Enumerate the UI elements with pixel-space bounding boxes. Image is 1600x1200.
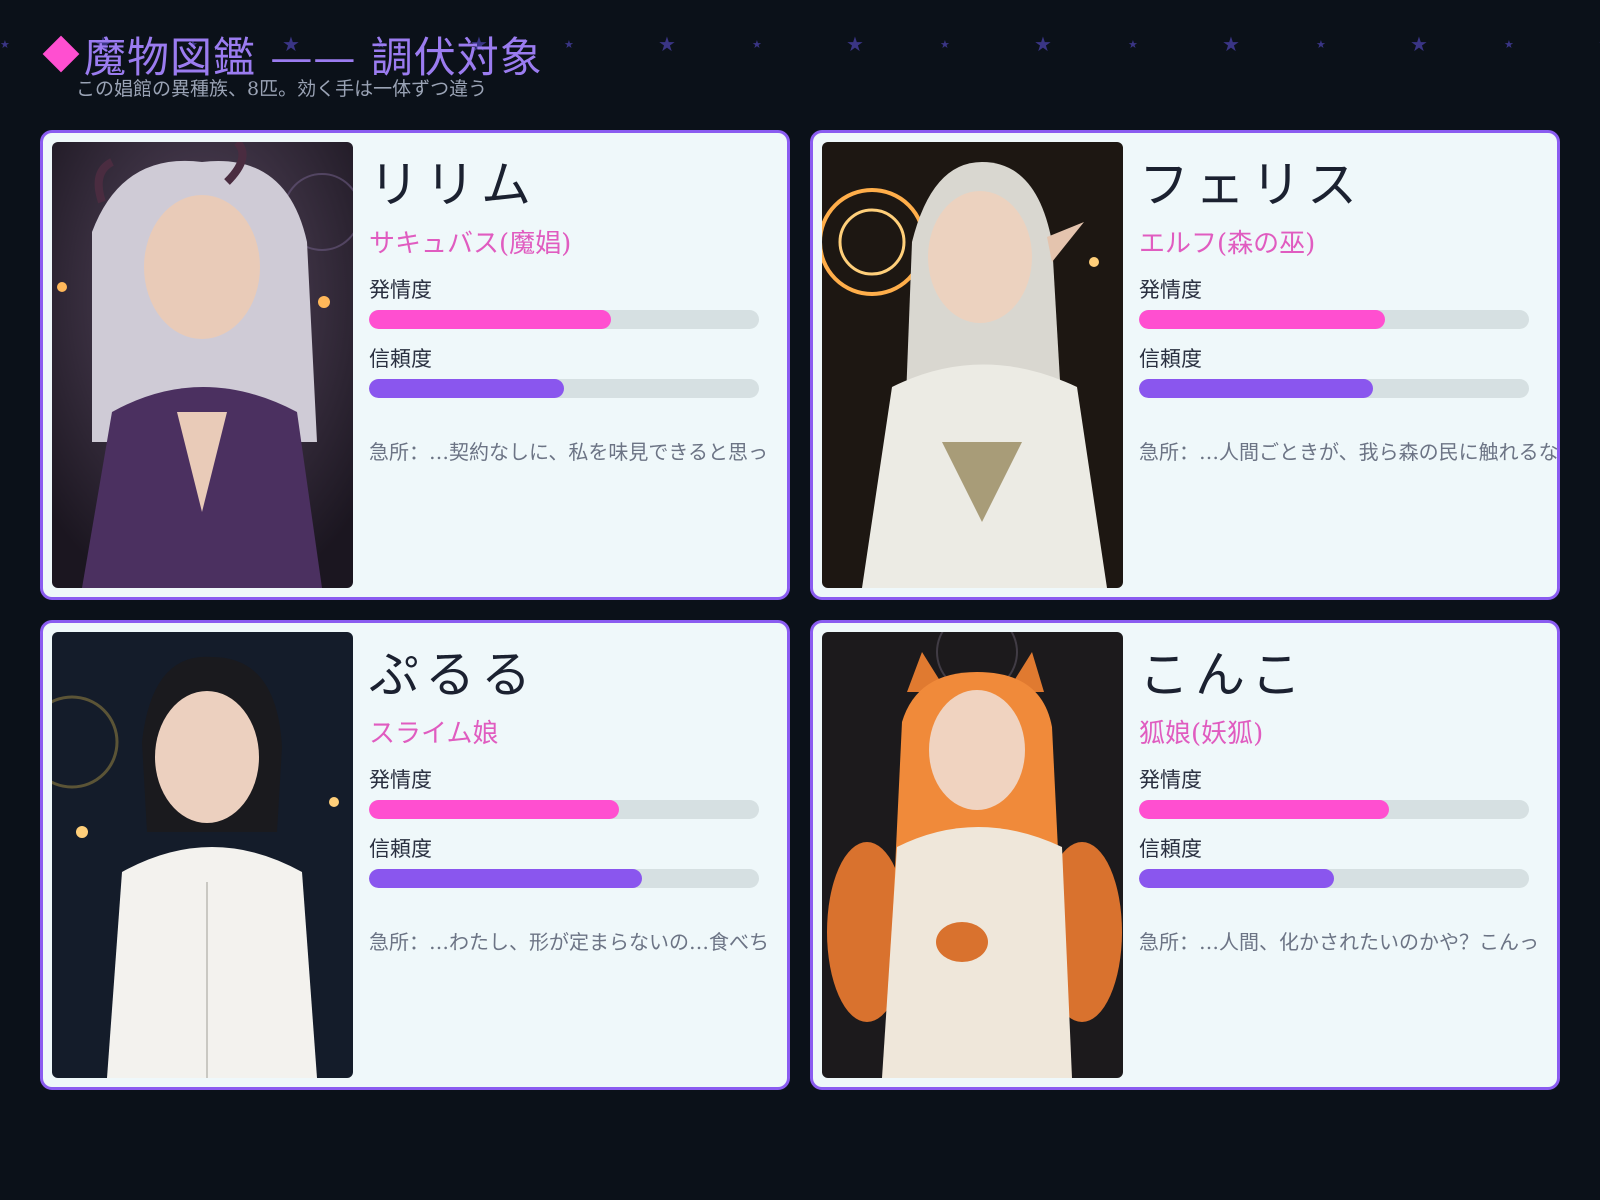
lust-bar-fill xyxy=(1139,310,1385,329)
trust-label: 信頼度 xyxy=(369,837,432,861)
star-icon: ★ xyxy=(940,38,950,51)
monster-card-lilim[interactable]: リリム サキュバス(魔娼) 発情度 信頼度 急所：…契約なしに、私を味見できると… xyxy=(40,130,790,600)
star-icon: ★ xyxy=(658,32,676,56)
trust-label: 信頼度 xyxy=(1139,837,1202,861)
monster-name: こんこ xyxy=(1139,646,1307,704)
star-icon: ★ xyxy=(1316,38,1326,51)
succubus-portrait xyxy=(52,142,353,588)
lust-label: 発情度 xyxy=(369,278,432,302)
slime-girl-portrait xyxy=(52,632,353,1078)
page-header: 魔物図鑑 —— 調伏対象 この娼館の異種族、8匹。効く手は一体ずつ違う xyxy=(40,28,543,100)
monster-race: エルフ(森の巫) xyxy=(1139,229,1316,259)
lust-label: 発情度 xyxy=(369,768,432,792)
trust-bar-fill xyxy=(1139,869,1334,888)
trust-bar xyxy=(1139,379,1529,398)
star-icon: ★ xyxy=(564,38,574,51)
star-icon: ★ xyxy=(1128,38,1138,51)
lust-bar xyxy=(369,800,759,819)
trust-bar xyxy=(369,869,759,888)
trust-bar xyxy=(1139,869,1529,888)
trust-label: 信頼度 xyxy=(369,347,432,371)
monster-name: リリム xyxy=(369,156,537,214)
trust-bar-fill xyxy=(369,379,564,398)
monster-race: 狐娘(妖狐) xyxy=(1139,719,1264,749)
trust-bar-fill xyxy=(369,869,642,888)
monster-name: ぷるる xyxy=(369,646,537,704)
diamond-icon xyxy=(42,35,80,73)
weak-point-text: 急所：…人間ごときが、我ら森の民に触れるな xyxy=(1139,440,1557,464)
star-icon: ★ xyxy=(0,38,10,51)
trust-bar-fill xyxy=(1139,379,1373,398)
star-icon: ★ xyxy=(1504,38,1514,51)
elf-portrait xyxy=(822,142,1123,588)
star-icon: ★ xyxy=(846,32,864,56)
trust-label: 信頼度 xyxy=(1139,347,1202,371)
monster-card-feris[interactable]: フェリス エルフ(森の巫) 発情度 信頼度 急所：…人間ごときが、我ら森の民に触… xyxy=(810,130,1560,600)
monster-race: スライム娘 xyxy=(369,719,499,749)
star-icon: ★ xyxy=(1034,32,1052,56)
monster-card-pururu[interactable]: ぷるる スライム娘 発情度 信頼度 急所：…わたし、形が定まらないの…食べち xyxy=(40,620,790,1090)
page-subtitle: この娼館の異種族、8匹。効く手は一体ずつ違う xyxy=(76,78,488,100)
lust-label: 発情度 xyxy=(1139,768,1202,792)
weak-point-text: 急所：…人間、化かされたいのかや？こんっ xyxy=(1139,930,1539,954)
star-icon: ★ xyxy=(1222,32,1240,56)
monster-race: サキュバス(魔娼) xyxy=(369,229,572,259)
monster-card-konko[interactable]: こんこ 狐娘(妖狐) 発情度 信頼度 急所：…人間、化かされたいのかや？こんっ xyxy=(810,620,1560,1090)
lust-label: 発情度 xyxy=(1139,278,1202,302)
star-icon: ★ xyxy=(1410,32,1428,56)
lust-bar xyxy=(1139,310,1529,329)
weak-point-text: 急所：…わたし、形が定まらないの…食べち xyxy=(369,930,769,954)
monster-name: フェリス xyxy=(1139,156,1363,214)
lust-bar xyxy=(369,310,759,329)
weak-point-text: 急所：…契約なしに、私を味見できると思っ xyxy=(369,440,768,464)
lust-bar-fill xyxy=(369,310,611,329)
lust-bar-fill xyxy=(369,800,619,819)
trust-bar xyxy=(369,379,759,398)
fox-girl-portrait xyxy=(822,632,1123,1078)
lust-bar-fill xyxy=(1139,800,1389,819)
lust-bar xyxy=(1139,800,1529,819)
star-icon: ★ xyxy=(752,38,762,51)
